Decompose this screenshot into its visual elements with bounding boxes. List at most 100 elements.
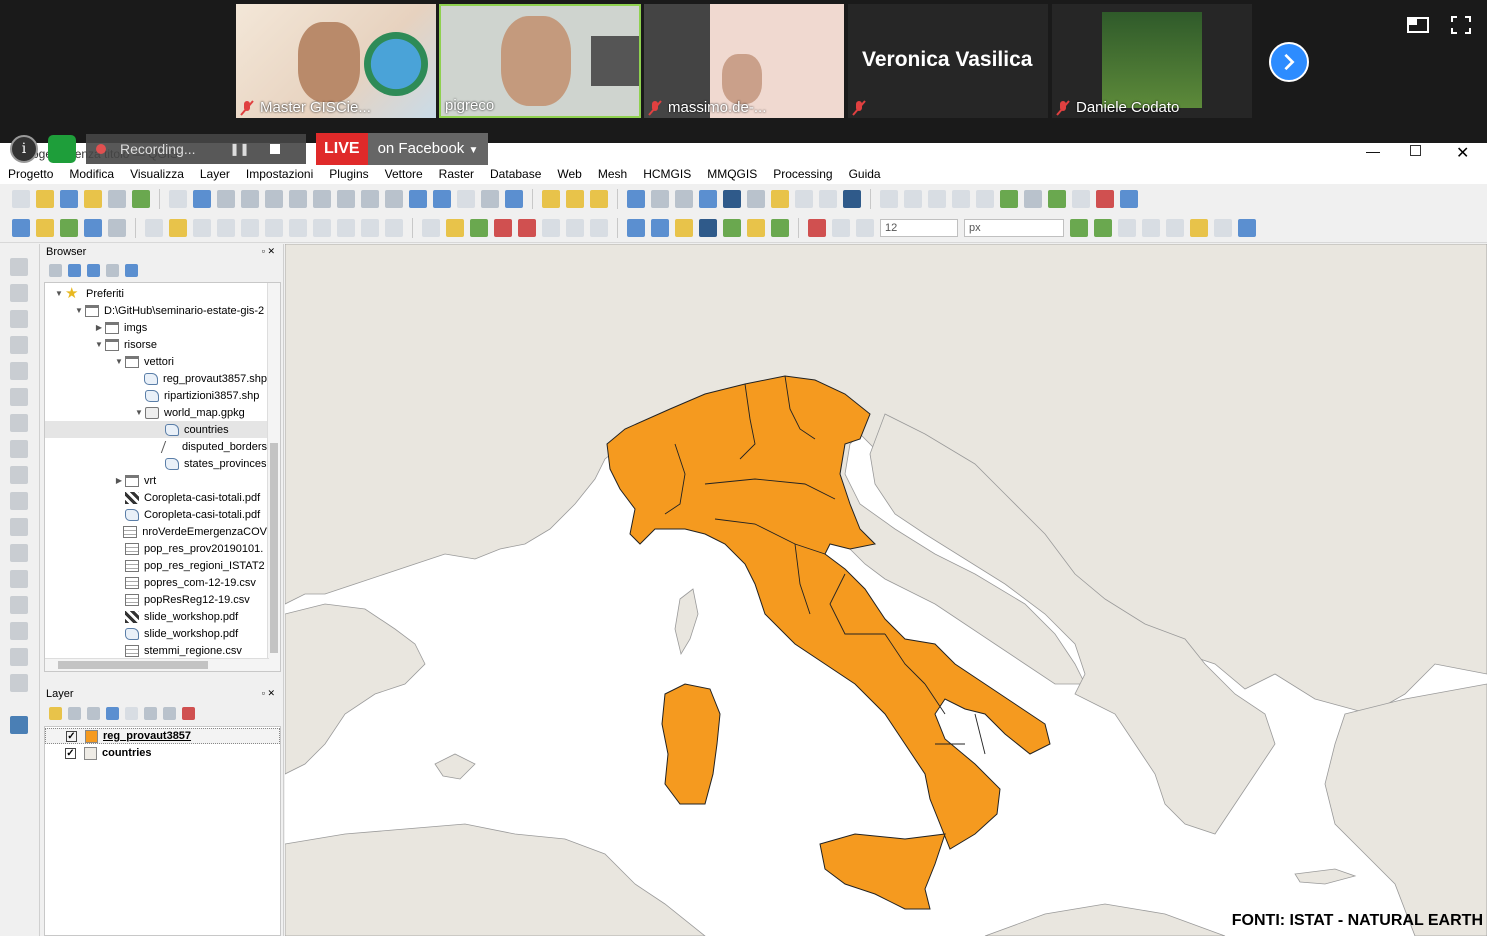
panel-close-icon[interactable]: ▫ ✕: [262, 246, 275, 257]
browser-item[interactable]: disputed_borders: [45, 438, 267, 455]
text-annotation-icon[interactable]: [795, 190, 813, 208]
deselect-icon[interactable]: [590, 190, 608, 208]
browser-item[interactable]: ripartizioni3857.shp: [45, 387, 267, 404]
zoom-in-icon[interactable]: [217, 190, 235, 208]
collapse-arrow-icon[interactable]: ▼: [133, 408, 145, 417]
menu-progetto[interactable]: Progetto: [0, 165, 61, 184]
snapping-mode-icon[interactable]: [856, 219, 874, 237]
new-map-view-icon[interactable]: [409, 190, 427, 208]
save-project-icon[interactable]: [60, 190, 78, 208]
browser-item[interactable]: ▶ imgs: [45, 319, 267, 336]
vertical-tool-icon[interactable]: [10, 258, 28, 276]
add-feature-icon[interactable]: [217, 219, 235, 237]
menu-vettore[interactable]: Vettore: [377, 165, 431, 184]
help-icon[interactable]: [843, 190, 861, 208]
shape-digitize-icon[interactable]: [1238, 219, 1256, 237]
vertical-tool-icon[interactable]: [10, 336, 28, 354]
horizontal-scrollbar[interactable]: [45, 658, 269, 671]
statistics-icon[interactable]: [723, 190, 741, 208]
select-by-value-icon[interactable]: [566, 190, 584, 208]
remove-layer-icon[interactable]: [182, 707, 195, 720]
vertical-tool-icon[interactable]: [10, 674, 28, 692]
browser-item[interactable]: ▼ vettori: [45, 353, 267, 370]
globe-icon[interactable]: [627, 219, 645, 237]
web-globe-icon[interactable]: [651, 219, 669, 237]
browser-item[interactable]: ▼ world_map.gpkg: [45, 404, 267, 421]
next-page-arrow-icon[interactable]: [1269, 42, 1309, 82]
highlight-label-icon[interactable]: [518, 219, 536, 237]
vertical-tool-icon[interactable]: [10, 414, 28, 432]
browser-item[interactable]: Coropleta-casi-totali.pdf: [45, 489, 267, 506]
add-group-icon[interactable]: [68, 707, 81, 720]
snapping-options-icon[interactable]: [832, 219, 850, 237]
new-layout-icon[interactable]: [84, 190, 102, 208]
delete-selected-icon[interactable]: [265, 219, 283, 237]
pin-label-icon[interactable]: [494, 219, 512, 237]
layer-visibility-checkbox[interactable]: ✓: [65, 747, 76, 759]
layout-manager-icon[interactable]: [108, 190, 126, 208]
data-source-manager-icon[interactable]: [12, 219, 30, 237]
layer-row[interactable]: ✓ countries: [45, 745, 280, 761]
zoom-next-icon[interactable]: [385, 190, 403, 208]
trace-icon[interactable]: [1070, 219, 1088, 237]
scroll-thumb[interactable]: [58, 661, 208, 669]
intersection-icon[interactable]: [1118, 219, 1136, 237]
add-delimited-text-icon[interactable]: [60, 219, 78, 237]
share-icon[interactable]: [1048, 190, 1066, 208]
toggle-editing-icon[interactable]: [145, 219, 163, 237]
identify-icon[interactable]: [627, 190, 645, 208]
vertical-tool-icon[interactable]: [10, 622, 28, 640]
browser-item[interactable]: reg_provaut3857.shp: [45, 370, 267, 387]
menu-plugins[interactable]: Plugins: [321, 165, 376, 184]
profile-tool-icon[interactable]: [1024, 190, 1042, 208]
vertical-tool-icon[interactable]: [10, 284, 28, 302]
menu-web[interactable]: Web: [549, 165, 589, 184]
vertical-tool-icon[interactable]: [10, 440, 28, 458]
map-tips-icon[interactable]: [771, 190, 789, 208]
browser-item[interactable]: ▼ risorse: [45, 336, 267, 353]
advanced-digitize-icon[interactable]: [1214, 219, 1232, 237]
menu-visualizza[interactable]: Visualizza: [122, 165, 192, 184]
vertex-tool-icon[interactable]: [241, 219, 259, 237]
vertical-tool-icon[interactable]: [10, 648, 28, 666]
vertical-tool-icon[interactable]: [10, 716, 28, 734]
measure-icon[interactable]: [747, 190, 765, 208]
menu-modifica[interactable]: Modifica: [61, 165, 122, 184]
undo-icon[interactable]: [361, 219, 379, 237]
menu-processing[interactable]: Processing: [765, 165, 840, 184]
processing-toolbox-icon[interactable]: [699, 190, 717, 208]
self-snapping-icon[interactable]: [1142, 219, 1160, 237]
scroll-thumb[interactable]: [270, 443, 278, 653]
maximize-button[interactable]: [1410, 145, 1421, 156]
label-abc-icon[interactable]: [446, 219, 464, 237]
fullscreen-icon[interactable]: [1450, 15, 1472, 35]
zoom-native-icon[interactable]: [337, 190, 355, 208]
close-button[interactable]: ✕: [1456, 143, 1469, 163]
live-platform-dropdown[interactable]: on Facebook ▼: [367, 132, 489, 165]
pause-icon[interactable]: ❚❚: [229, 142, 249, 156]
show-bookmarks-icon[interactable]: [457, 190, 475, 208]
browser-item[interactable]: states_provinces: [45, 455, 267, 472]
bookmark-icon[interactable]: [433, 190, 451, 208]
attribute-table-icon[interactable]: [651, 190, 669, 208]
edit-pencil-icon[interactable]: [169, 219, 187, 237]
vertical-tool-icon[interactable]: [10, 466, 28, 484]
participant-tile[interactable]: Master GISCie...: [236, 4, 436, 118]
digitize-tool-1-icon[interactable]: [880, 190, 898, 208]
menu-mmqgis[interactable]: MMQGIS: [699, 165, 765, 184]
save-edits-icon[interactable]: [193, 219, 211, 237]
digitize-tool-2-icon[interactable]: [904, 190, 922, 208]
topology-icon[interactable]: [1094, 219, 1112, 237]
zoom-out-icon[interactable]: [241, 190, 259, 208]
browser-item[interactable]: ▼ D:\GitHub\seminario-estate-gis-2: [45, 302, 267, 319]
view-layout-icon[interactable]: [1407, 15, 1429, 35]
label-tool-icon[interactable]: [422, 219, 440, 237]
menu-database[interactable]: Database: [482, 165, 549, 184]
pan-icon[interactable]: [169, 190, 187, 208]
recording-indicator[interactable]: Recording... ❚❚: [86, 133, 306, 164]
browser-item[interactable]: stemmi_regione.csv: [45, 642, 267, 659]
rotate-label-icon[interactable]: [566, 219, 584, 237]
browser-item[interactable]: slide_workshop.pdf: [45, 608, 267, 625]
minimize-button[interactable]: —: [1366, 143, 1380, 159]
live-badge[interactable]: LIVE: [316, 132, 368, 165]
